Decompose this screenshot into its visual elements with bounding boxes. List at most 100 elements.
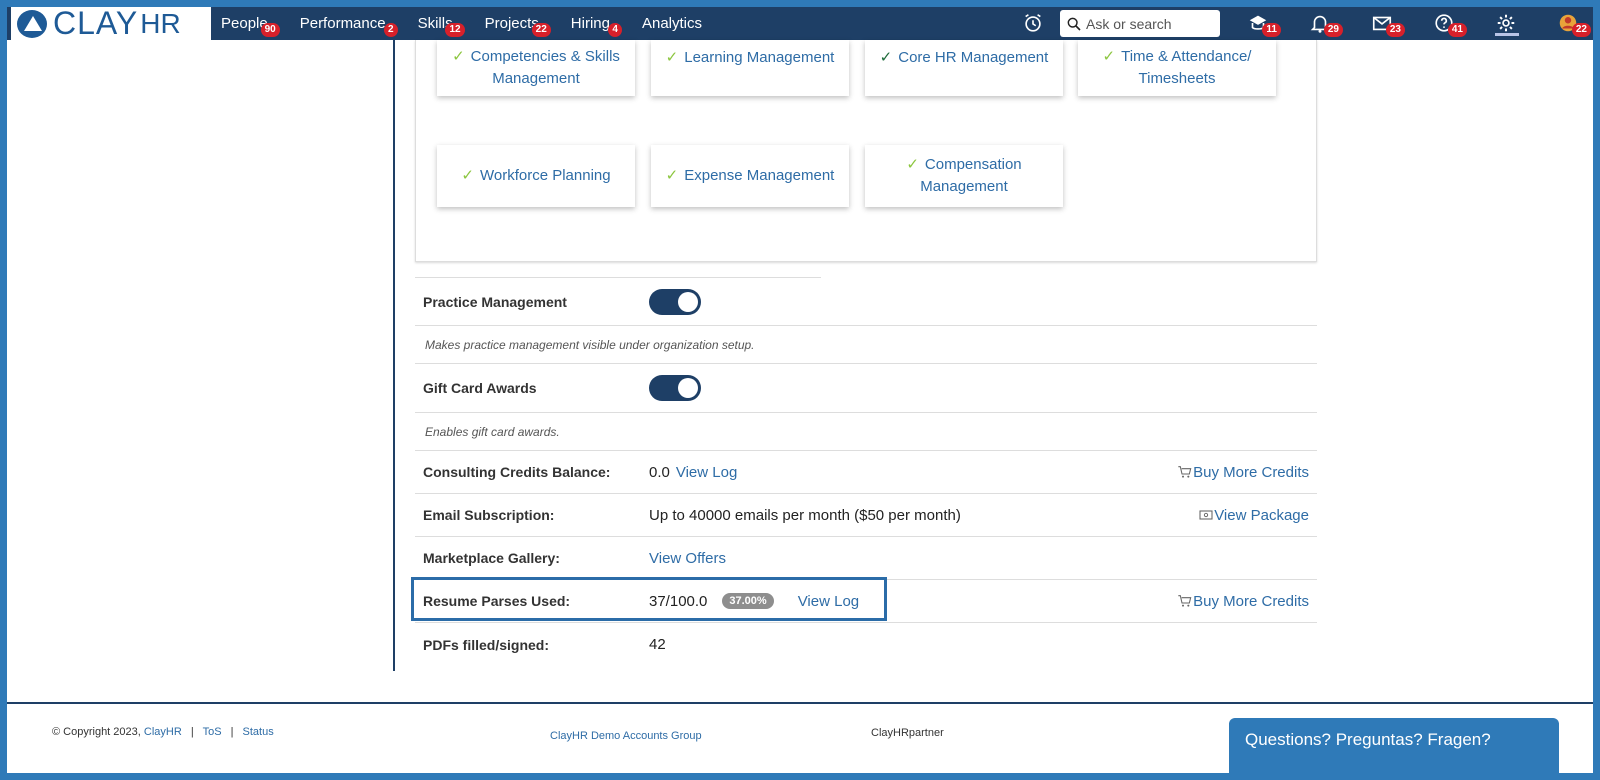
help-badge: 41: [1447, 22, 1467, 37]
module-core-hr[interactable]: ✓ Core HR Management: [865, 40, 1063, 96]
practice-management-label: Practice Management: [423, 293, 567, 310]
nav-projects-label: Projects: [484, 15, 539, 32]
profile-badge: 22: [1571, 22, 1591, 37]
check-icon: ✓: [665, 167, 679, 184]
marketplace-label: Marketplace Gallery:: [423, 550, 560, 566]
practice-management-desc-row: Makes practice management visible under …: [415, 326, 1317, 364]
cart-icon: [1178, 466, 1192, 478]
practice-management-toggle[interactable]: [649, 288, 701, 315]
resume-buy-credits-link[interactable]: Buy More Credits: [1177, 593, 1309, 610]
nav-hiring-label: Hiring: [570, 15, 610, 32]
module-label: Time & Attendance/ Timesheets: [1121, 48, 1252, 87]
module-compensation[interactable]: ✓ Compensation Management: [865, 145, 1063, 207]
check-icon: ✓: [906, 156, 919, 173]
module-label: Compensation Management: [920, 156, 1022, 195]
consulting-credits-row: Consulting Credits Balance: 0.0 View Log…: [415, 451, 1317, 494]
nav-hiring-badge: 4: [608, 23, 622, 37]
help-chat-button[interactable]: Questions? Preguntas? Fragen?: [1229, 718, 1559, 773]
practice-management-toggle-wrap: [649, 288, 701, 315]
main-menu: People 90 Performance 2 Skills 12 Projec…: [221, 7, 734, 40]
nav-analytics[interactable]: Analytics: [642, 15, 702, 32]
footer-company-link[interactable]: ClayHR: [144, 726, 182, 738]
pdfs-value: 42: [649, 636, 666, 653]
check-icon: ✓: [461, 167, 474, 184]
module-learning[interactable]: ✓ Learning Management: [651, 40, 849, 96]
notifications-badge: 29: [1323, 22, 1343, 37]
messages-badge: 23: [1385, 22, 1405, 37]
resume-parses-highlight: [411, 577, 887, 621]
check-icon: ✓: [665, 49, 679, 66]
consulting-credits-value: 0.0: [649, 463, 670, 481]
nav-projects-badge: 22: [531, 23, 551, 37]
gift-card-toggle[interactable]: [649, 375, 701, 401]
check-icon: ✓: [1102, 48, 1116, 65]
email-subscription-label: Email Subscription:: [423, 507, 555, 523]
consulting-buy-credits-link[interactable]: Buy More Credits: [1177, 464, 1309, 481]
nav-skills-badge: 12: [445, 23, 465, 37]
module-workforce-planning[interactable]: ✓ Workforce Planning: [437, 145, 635, 207]
nav-people[interactable]: People 90: [221, 15, 280, 37]
email-subscription-value: Up to 40000 emails per month ($50 per mo…: [649, 506, 961, 524]
module-time-attendance[interactable]: ✓ Time & Attendance/ Timesheets: [1078, 40, 1276, 96]
nav-people-badge: 90: [260, 23, 280, 37]
check-icon: ✓: [452, 48, 465, 65]
logo-icon: [17, 9, 47, 38]
module-label: Expense Management: [684, 167, 835, 184]
pdfs-label: PDFs filled/signed:: [423, 636, 550, 653]
bell-icon[interactable]: 29: [1309, 12, 1343, 37]
module-label: Workforce Planning: [479, 167, 611, 184]
module-expense[interactable]: ✓ Expense Management: [651, 145, 849, 207]
footer-status-link[interactable]: Status: [243, 726, 274, 738]
footer-tos-link[interactable]: ToS: [203, 726, 222, 738]
learning-icon[interactable]: 11: [1247, 12, 1281, 37]
footer-copyright: © Copyright 2023, ClayHR | ToS | Status: [52, 726, 274, 738]
module-competencies[interactable]: ✓ Competencies & Skills Management: [437, 40, 635, 96]
module-label: Core HR Management: [898, 49, 1049, 66]
search-input[interactable]: [1086, 15, 1216, 32]
consulting-credits-value-wrap: 0.0 View Log: [649, 464, 737, 481]
practice-management-desc: Makes practice management visible under …: [425, 337, 755, 352]
marketplace-row: Marketplace Gallery: View Offers: [415, 537, 1317, 580]
consulting-buy-label: Buy More Credits: [1193, 463, 1309, 481]
search-icon: [1067, 17, 1081, 31]
logo-text-clay: CLAY: [53, 5, 139, 41]
gift-card-desc: Enables gift card awards.: [425, 424, 560, 439]
learning-badge: 11: [1262, 22, 1281, 37]
top-nav: CLAY HR People 90 Performance 2 Skills 1…: [7, 0, 1593, 41]
nav-skills[interactable]: Skills 12: [418, 15, 465, 37]
help-icon[interactable]: 41: [1433, 12, 1467, 37]
pdfs-row: PDFs filled/signed: 42: [415, 623, 1317, 666]
view-package-link[interactable]: View Package: [1198, 507, 1309, 524]
check-icon: ✓: [879, 49, 893, 66]
profile-avatar-icon[interactable]: 22: [1557, 12, 1591, 37]
header-actions: 11 29 23 41 22: [1003, 7, 1593, 40]
view-package-label: View Package: [1214, 506, 1309, 524]
clayhr-logo[interactable]: CLAY HR: [11, 5, 211, 41]
footer-group-link[interactable]: ClayHR Demo Accounts Group: [550, 730, 702, 742]
module-label: Competencies & Skills Management: [470, 48, 620, 87]
nav-performance-badge: 2: [384, 23, 398, 37]
copyright-text: © Copyright 2023,: [52, 726, 141, 738]
module-label: Learning Management: [684, 49, 835, 66]
cart-icon: [1178, 595, 1192, 607]
nav-hiring[interactable]: Hiring 4: [570, 15, 622, 37]
view-offers-link[interactable]: View Offers: [649, 550, 726, 567]
alarm-clock-icon[interactable]: [1022, 12, 1046, 36]
mail-icon[interactable]: 23: [1371, 12, 1405, 37]
practice-management-row: Practice Management: [415, 278, 1317, 326]
gear-icon[interactable]: [1495, 12, 1519, 36]
search-box[interactable]: [1060, 10, 1220, 37]
content-divider: [393, 40, 395, 671]
consulting-view-log-link[interactable]: View Log: [676, 464, 737, 481]
gift-card-row: Gift Card Awards: [415, 364, 1317, 413]
nav-performance-label: Performance: [299, 15, 386, 32]
logo-text-hr: HR: [140, 7, 181, 39]
resume-buy-label: Buy More Credits: [1193, 592, 1309, 610]
gift-card-desc-row: Enables gift card awards.: [415, 413, 1317, 451]
nav-projects[interactable]: Projects 22: [484, 15, 551, 37]
gift-card-label: Gift Card Awards: [423, 380, 537, 396]
footer-group: ClayHR Demo Accounts Group: [550, 730, 702, 742]
nav-performance[interactable]: Performance 2: [299, 15, 398, 37]
package-icon: [1199, 510, 1213, 520]
footer-divider: [7, 702, 1593, 704]
